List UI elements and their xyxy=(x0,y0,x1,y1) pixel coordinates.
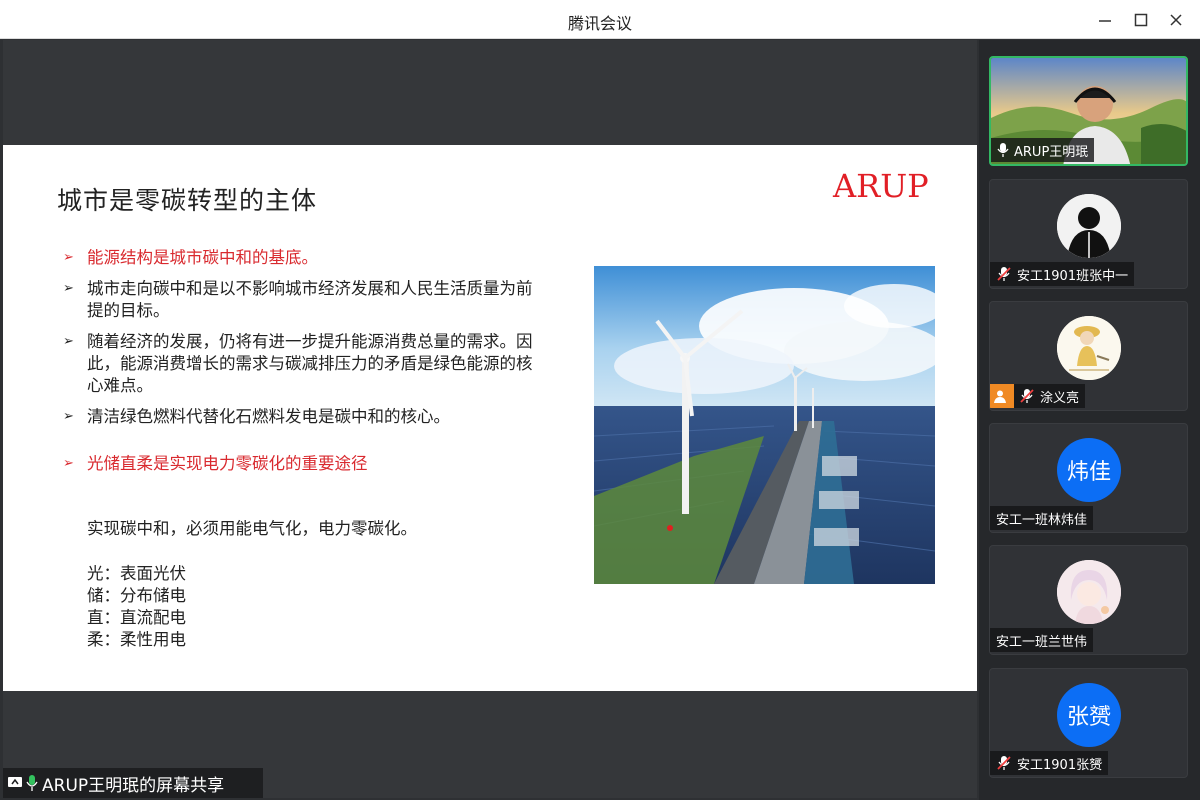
bullet-text: 光储直柔是实现电力零碳化的重要途径 xyxy=(87,454,368,473)
participant-name-bar: 安工一班林炜佳 xyxy=(990,506,1094,530)
bullet-item: ➢ 清洁绿色燃料代替化石燃料发电是碳中和的核心。 xyxy=(63,406,533,428)
bullet-list: ➢ 能源结构是城市碳中和的基底。 ➢ 城市走向碳中和是以不影响城市经济发展和人民… xyxy=(63,247,533,484)
maximize-icon xyxy=(1134,13,1148,27)
user-icon xyxy=(993,390,1006,403)
microphone-muted-icon xyxy=(1020,389,1034,403)
avatar xyxy=(1057,316,1121,380)
wind-solar-photo xyxy=(594,266,935,584)
meeting-window: 腾讯会议 城市是零碳转型的主体 ARUP ➢ 能源结构是城市碳中和的基底。 ➢ … xyxy=(0,0,1200,800)
microphone-muted-icon xyxy=(997,756,1011,770)
participant-name: 安工1901张赟 xyxy=(1017,757,1103,773)
participant-name-bar: ARUP王明珉 xyxy=(991,138,1095,162)
definition-line: 直：直流配电 xyxy=(87,608,186,627)
definition-line: 柔：柔性用电 xyxy=(87,630,186,649)
participant-name-bar: 涂义亮 xyxy=(990,384,1086,408)
bullet-item: ➢ 光储直柔是实现电力零碳化的重要途径 xyxy=(63,453,533,475)
presentation-slide: 城市是零碳转型的主体 ARUP ➢ 能源结构是城市碳中和的基底。 ➢ 城市走向碳… xyxy=(3,145,977,691)
participant-tile[interactable]: ARUP王明珉 xyxy=(989,56,1188,166)
definition-line: 储：分布储电 xyxy=(87,586,186,605)
arrow-bullet-icon: ➢ xyxy=(63,456,74,471)
participant-tile[interactable]: 安工1901班张中一 xyxy=(989,179,1188,289)
participant-name-bar: 安工1901张赟 xyxy=(990,751,1109,775)
title-bar: 腾讯会议 xyxy=(0,0,1200,39)
maximize-button[interactable] xyxy=(1127,6,1155,34)
bullet-item: ➢ 随着经济的发展，仍将有进一步提升能源消费总量的需求。因此，能源消费增长的需求… xyxy=(63,331,533,397)
participant-name: 安工一班林炜佳 xyxy=(996,512,1088,528)
avatar: 张赟 xyxy=(1057,683,1121,747)
definition-line: 光：表面光伏 xyxy=(87,564,186,583)
slide-title: 城市是零碳转型的主体 xyxy=(57,186,318,215)
participant-name-bar: 安工一班兰世伟 xyxy=(990,628,1094,652)
avatar xyxy=(1057,194,1121,258)
bullet-text: 城市走向碳中和是以不影响城市经济发展和人民生活质量为前提的目标。 xyxy=(87,279,533,320)
bullet-text: 能源结构是城市碳中和的基底。 xyxy=(87,248,318,267)
bullet-item: ➢ 能源结构是城市碳中和的基底。 xyxy=(63,247,533,269)
participant-name-bar: 安工1901班张中一 xyxy=(990,262,1135,286)
minimize-button[interactable] xyxy=(1091,6,1119,34)
participant-tile[interactable]: 涂义亮 xyxy=(989,301,1188,411)
arup-logo: ARUP xyxy=(833,167,929,205)
arrow-bullet-icon: ➢ xyxy=(63,250,74,265)
close-icon xyxy=(1170,14,1182,26)
screen-share-label: ARUP王明珉的屏幕共享 xyxy=(42,775,225,796)
bullet-item: ➢ 城市走向碳中和是以不影响城市经济发展和人民生活质量为前提的目标。 xyxy=(63,278,533,322)
screen-share-icon xyxy=(8,777,22,787)
avatar xyxy=(1057,560,1121,624)
participant-name: 安工一班兰世伟 xyxy=(996,634,1088,650)
participant-badge xyxy=(990,384,1014,408)
avatar: 炜佳 xyxy=(1057,438,1121,502)
arrow-bullet-icon: ➢ xyxy=(63,281,74,296)
participant-tile[interactable]: 张赟 安工1901张赟 xyxy=(989,668,1188,778)
screen-share-indicator[interactable]: ARUP王明珉的屏幕共享 xyxy=(3,768,263,798)
participant-panel: ARUP王明珉 安工1901班张中一 涂义亮 炜佳 安工一班林炜佳 安工一班兰世… xyxy=(979,40,1200,800)
participant-name: 涂义亮 xyxy=(1040,390,1080,406)
microphone-muted-icon xyxy=(997,267,1011,281)
participant-tile[interactable]: 炜佳 安工一班林炜佳 xyxy=(989,423,1188,533)
microphone-icon xyxy=(26,775,38,791)
microphone-icon xyxy=(997,143,1009,157)
participant-name: ARUP王明珉 xyxy=(1014,144,1089,160)
participant-name: 安工1901班张中一 xyxy=(1017,268,1129,284)
summary-text: 实现碳中和，必须用能电气化，电力零碳化。 xyxy=(87,519,417,538)
close-button[interactable] xyxy=(1162,6,1190,34)
participant-tile[interactable]: 安工一班兰世伟 xyxy=(989,545,1188,655)
window-title: 腾讯会议 xyxy=(567,14,632,33)
arrow-bullet-icon: ➢ xyxy=(63,409,74,424)
minimize-icon xyxy=(1099,20,1111,22)
bullet-text: 随着经济的发展，仍将有进一步提升能源消费总量的需求。因此，能源消费增长的需求与碳… xyxy=(87,332,533,395)
bullet-text: 清洁绿色燃料代替化石燃料发电是碳中和的核心。 xyxy=(87,407,450,426)
arrow-bullet-icon: ➢ xyxy=(63,334,74,349)
